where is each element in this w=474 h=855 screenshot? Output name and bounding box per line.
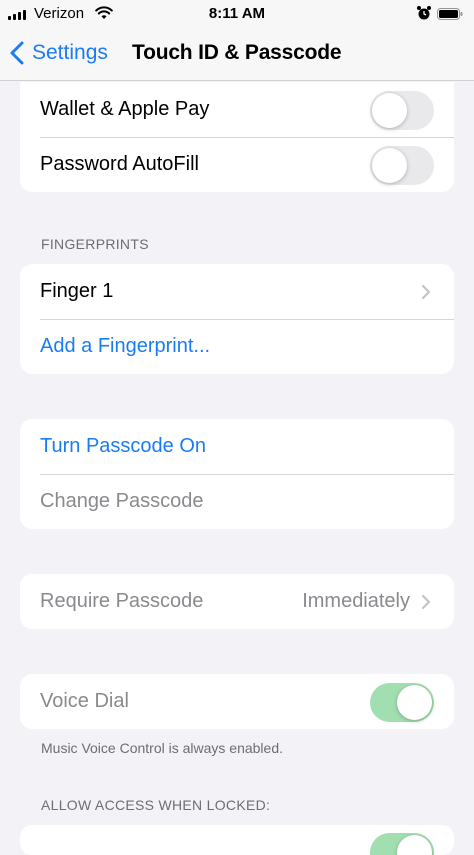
touch-id-usage-group: Wallet & Apple Pay Password AutoFill (20, 82, 454, 192)
add-fingerprint-button[interactable]: Add a Fingerprint... (20, 319, 454, 374)
chevron-right-icon (421, 594, 431, 609)
back-button[interactable]: Settings (10, 38, 108, 68)
alarm-icon (417, 6, 431, 20)
status-bar: Verizon 8:11 AM (0, 0, 474, 28)
voice-dial-group: Voice Dial (20, 674, 454, 729)
fingerprints-group: Finger 1 Add a Fingerprint... (20, 264, 454, 374)
passcode-group: Turn Passcode On Change Passcode (20, 419, 454, 529)
password-autofill-row: Password AutoFill (20, 137, 454, 192)
voice-dial-row: Voice Dial (20, 674, 454, 729)
allow-access-header: ALLOW ACCESS WHEN LOCKED: (41, 797, 271, 813)
turn-passcode-on-label: Turn Passcode On (40, 435, 207, 457)
allow-access-group (20, 825, 454, 855)
fingerprints-header: FINGERPRINTS (41, 236, 149, 252)
wallet-apple-pay-row: Wallet & Apple Pay (20, 82, 454, 137)
require-passcode-row[interactable]: Require Passcode Immediately (20, 574, 454, 629)
change-passcode-label: Change Passcode (40, 490, 204, 512)
turn-passcode-on-button[interactable]: Turn Passcode On (20, 419, 454, 474)
require-passcode-label: Require Passcode (40, 590, 204, 612)
back-button-label: Settings (32, 41, 108, 64)
chevron-left-icon (10, 41, 24, 65)
battery-icon (437, 8, 463, 20)
navigation-bar: Settings Touch ID & Passcode (0, 28, 474, 81)
wallet-apple-pay-toggle[interactable] (370, 91, 434, 130)
voice-dial-footer: Music Voice Control is always enabled. (41, 740, 284, 756)
page-title: Touch ID & Passcode (132, 41, 342, 64)
clock-time: 8:11 AM (208, 5, 266, 22)
require-passcode-group: Require Passcode Immediately (20, 574, 454, 629)
password-autofill-toggle[interactable] (370, 146, 434, 185)
change-passcode-button[interactable]: Change Passcode (20, 474, 454, 529)
finger-1-label: Finger 1 (40, 280, 114, 302)
voice-dial-toggle[interactable] (370, 683, 434, 722)
finger-1-row[interactable]: Finger 1 (20, 264, 454, 319)
require-passcode-value: Immediately (302, 590, 410, 612)
locked-access-toggle[interactable] (370, 833, 434, 855)
add-fingerprint-label: Add a Fingerprint... (40, 335, 211, 357)
chevron-right-icon (421, 284, 431, 299)
